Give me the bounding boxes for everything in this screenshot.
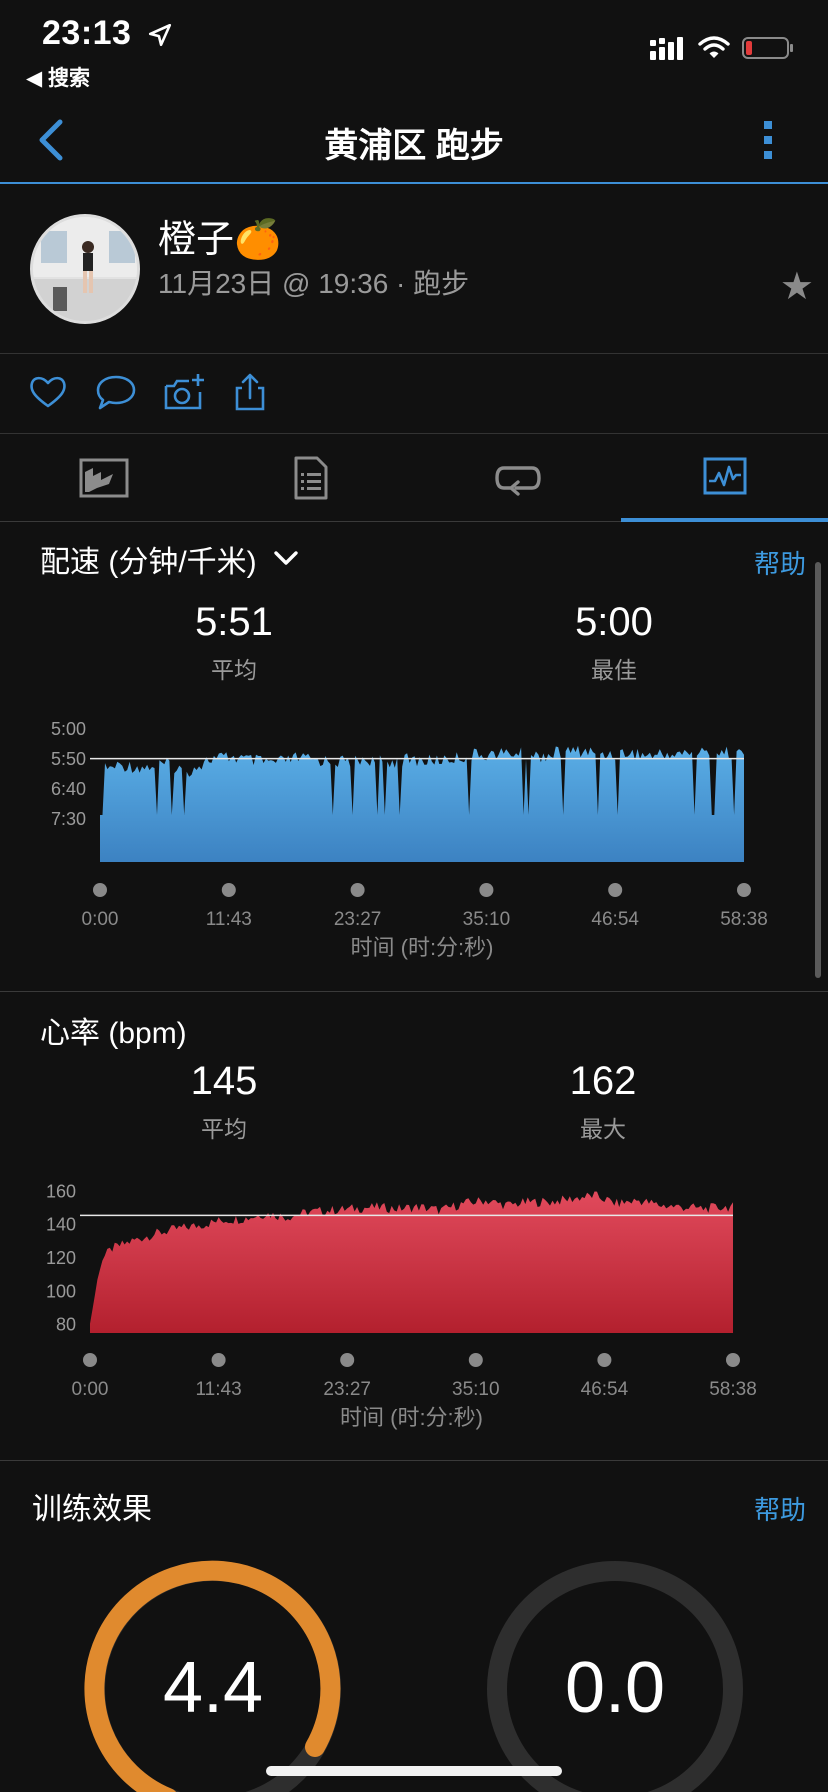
status-bar: 23:13 ◀ 搜索 bbox=[0, 0, 828, 96]
scrollbar[interactable] bbox=[815, 562, 821, 978]
x-tick-label: 23:27 bbox=[323, 1379, 371, 1400]
pace-section-title[interactable]: 配速 (分钟/千米) bbox=[40, 537, 301, 581]
y-tick-label: 100 bbox=[46, 1281, 76, 1301]
battery-low-icon bbox=[742, 37, 793, 59]
x-tick-dot bbox=[340, 1353, 355, 1367]
activity-tabs bbox=[0, 434, 828, 522]
y-tick-label: 140 bbox=[46, 1215, 76, 1235]
x-tick-label: 23:27 bbox=[334, 909, 382, 930]
laps-tab-icon bbox=[494, 466, 541, 496]
x-tick-dot bbox=[221, 883, 236, 897]
x-tick-label: 46:54 bbox=[591, 909, 639, 930]
x-tick-dot bbox=[737, 883, 751, 897]
social-actions-bar bbox=[0, 354, 828, 434]
signal-icon bbox=[650, 37, 683, 60]
hr-avg-label: 平均 bbox=[201, 1116, 247, 1142]
x-tick-dot bbox=[608, 883, 623, 897]
pace-best-label: 最佳 bbox=[591, 657, 637, 683]
training-help-link[interactable]: 帮助 bbox=[754, 1490, 806, 1527]
heart-rate-chart: 160 140 120 100 80 0:00 11:43 23:27 35:10 46:54 58… bbox=[46, 1181, 757, 1430]
pace-area-series bbox=[100, 745, 744, 862]
hr-max-label: 最大 bbox=[580, 1116, 626, 1142]
chevron-down-icon bbox=[273, 551, 298, 565]
page-title: 黄浦区 跑步 bbox=[324, 127, 504, 165]
comment-icon[interactable] bbox=[94, 372, 138, 412]
x-tick-label: 58:38 bbox=[709, 1379, 757, 1400]
x-tick-label: 35:10 bbox=[463, 909, 511, 930]
details-tab-icon bbox=[294, 456, 327, 500]
star-icon[interactable]: ★ bbox=[780, 264, 814, 309]
anaerobic-effect-gauge: 0.0 bbox=[487, 1561, 743, 1792]
activity-header: 橙子🍊 11月23日 @ 19:36 · 跑步 ★ bbox=[0, 186, 828, 354]
heart-rate-area-series bbox=[90, 1191, 733, 1333]
pace-help-link[interactable]: 帮助 bbox=[754, 544, 806, 581]
heart-icon[interactable] bbox=[28, 372, 68, 412]
share-icon[interactable] bbox=[232, 372, 268, 412]
wifi-icon bbox=[698, 36, 730, 58]
y-tick-label: 5:00 bbox=[51, 719, 86, 739]
user-name: 橙子🍊 bbox=[158, 219, 282, 261]
more-vertical-icon[interactable] bbox=[762, 118, 774, 162]
pace-avg-label: 平均 bbox=[211, 657, 257, 683]
status-time: 23:13 bbox=[42, 14, 173, 53]
x-tick-label: 11:43 bbox=[206, 909, 252, 930]
aerobic-value: 4.4 bbox=[163, 1648, 263, 1728]
back-to-app-link[interactable]: ◀ 搜索 bbox=[26, 62, 90, 92]
home-indicator[interactable] bbox=[266, 1766, 562, 1776]
anaerobic-value: 0.0 bbox=[565, 1648, 665, 1728]
charts-tab-icon bbox=[703, 457, 746, 495]
x-axis-label: 时间 (时:分:秒) bbox=[340, 1405, 483, 1430]
x-tick-label: 58:38 bbox=[720, 909, 768, 930]
x-tick-dot bbox=[597, 1353, 612, 1367]
aerobic-effect-gauge: 4.4 bbox=[84, 1560, 341, 1792]
section-divider bbox=[0, 1460, 828, 1461]
pace-chart: 5:00 5:50 6:40 7:30 0:00 11:43 23:27 35:10 46:54… bbox=[51, 719, 768, 960]
pace-title-label: 配速 (分钟/千米) bbox=[40, 546, 257, 579]
x-tick-label: 35:10 bbox=[452, 1379, 500, 1400]
x-tick-label: 11:43 bbox=[196, 1379, 242, 1400]
hr-avg-value: 145 bbox=[190, 1059, 258, 1103]
hr-max-value: 162 bbox=[569, 1059, 637, 1103]
tab-details[interactable] bbox=[207, 434, 414, 522]
x-tick-dot bbox=[468, 1353, 483, 1367]
training-effect-title: 训练效果 bbox=[32, 1493, 152, 1526]
y-tick-label: 160 bbox=[46, 1181, 76, 1201]
y-tick-label: 80 bbox=[56, 1315, 76, 1335]
avatar-photo bbox=[33, 217, 137, 321]
tab-charts[interactable] bbox=[621, 434, 828, 522]
y-tick-label: 6:40 bbox=[51, 779, 86, 799]
map-tab-icon bbox=[79, 458, 128, 498]
x-tick-label: 0:00 bbox=[72, 1379, 109, 1400]
x-tick-label: 0:00 bbox=[82, 909, 119, 930]
hr-section-title: 心率 (bpm) bbox=[40, 1017, 187, 1050]
x-tick-dot bbox=[83, 1353, 97, 1367]
section-divider bbox=[0, 991, 828, 992]
activity-date: 11月23日 @ 19:36 · 跑步 bbox=[158, 268, 470, 299]
x-tick-dot bbox=[479, 883, 494, 897]
x-tick-dot bbox=[211, 1353, 226, 1367]
avatar[interactable] bbox=[30, 214, 140, 324]
y-tick-label: 120 bbox=[46, 1248, 76, 1268]
navigation-bar: 黄浦区 跑步 bbox=[0, 96, 828, 184]
tab-map[interactable] bbox=[0, 434, 207, 522]
camera-plus-icon[interactable] bbox=[162, 372, 206, 412]
x-tick-dot bbox=[726, 1353, 740, 1367]
location-arrow-icon bbox=[149, 23, 172, 47]
x-tick-label: 46:54 bbox=[581, 1379, 629, 1400]
x-axis-label: 时间 (时:分:秒) bbox=[351, 935, 494, 960]
y-tick-label: 5:50 bbox=[51, 749, 86, 769]
tab-laps[interactable] bbox=[414, 434, 621, 522]
x-tick-dot bbox=[350, 883, 365, 897]
pace-best-value: 5:00 bbox=[575, 600, 653, 644]
y-tick-label: 7:30 bbox=[51, 809, 86, 829]
pace-avg-value: 5:51 bbox=[195, 600, 273, 644]
x-tick-dot bbox=[93, 883, 107, 897]
